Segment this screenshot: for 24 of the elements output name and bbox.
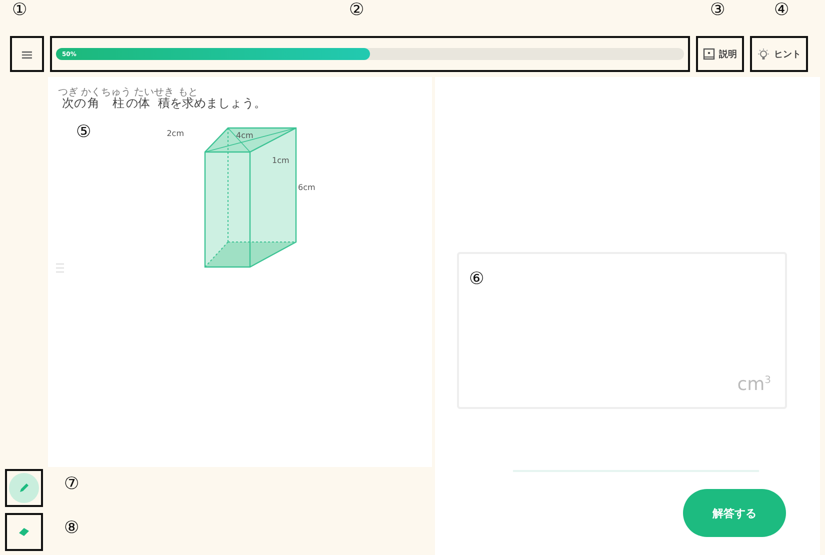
callout-number: ③ bbox=[710, 2, 726, 19]
callout-number: ⑤ bbox=[76, 124, 92, 141]
drag-handle-icon bbox=[56, 262, 64, 274]
callout-number: ⑦ bbox=[64, 476, 80, 493]
eraser-button[interactable] bbox=[5, 513, 43, 551]
callout-number: ① bbox=[12, 2, 28, 19]
eraser-icon bbox=[18, 527, 30, 537]
callout-number: ⑧ bbox=[64, 520, 80, 537]
unit-label: cm$^{3}$ bbox=[737, 374, 771, 395]
menu-button[interactable]: ≡ bbox=[10, 36, 44, 72]
hint-button[interactable]: ヒント bbox=[750, 36, 808, 72]
callout-number: ② bbox=[349, 2, 364, 19]
dimension-label: 4cm bbox=[236, 131, 254, 140]
pencil-icon bbox=[18, 482, 30, 494]
callout-number: ⑥ bbox=[469, 271, 484, 288]
pen-button[interactable] bbox=[5, 469, 43, 507]
dimension-label: 1cm bbox=[272, 156, 290, 165]
dimension-label: 2cm bbox=[166, 129, 184, 138]
book-icon bbox=[703, 48, 715, 60]
explanation-button[interactable]: 説明 bbox=[696, 36, 744, 72]
question-text: 次 つぎ の角柱 かくちゅう の体積 たいせき を求 もと めましょう。 bbox=[58, 87, 266, 112]
callout-number: ④ bbox=[774, 2, 790, 19]
lightbulb-icon bbox=[757, 48, 770, 60]
dimension-label: 6cm bbox=[298, 183, 316, 192]
